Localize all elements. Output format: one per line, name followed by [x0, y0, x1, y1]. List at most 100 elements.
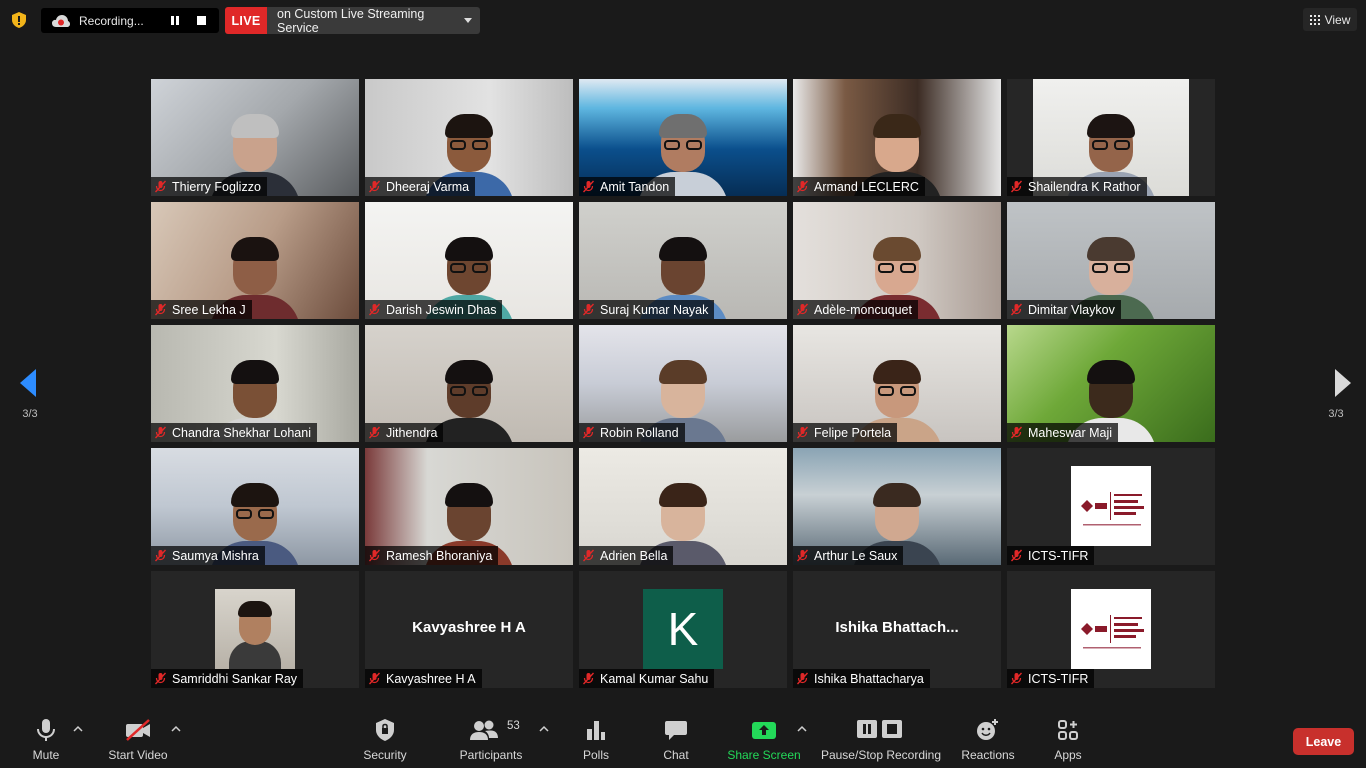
leave-button[interactable]: Leave	[1293, 728, 1354, 755]
participant-name: Amit Tandon	[600, 179, 670, 194]
pause-stop-recording-button[interactable]: Pause/Stop Recording	[820, 718, 942, 766]
participant-tile[interactable]: Jithendra	[365, 325, 573, 442]
participant-display-name: Ishika Bhattach...	[835, 619, 959, 636]
participant-tile[interactable]: Armand LECLERC	[793, 79, 1001, 196]
share-screen-button[interactable]: Share Screen	[727, 718, 801, 766]
muted-mic-icon	[582, 672, 595, 685]
muted-mic-icon	[796, 180, 809, 193]
stop-icon	[196, 16, 206, 25]
participant-tile[interactable]: Saumya Mishra	[151, 448, 359, 565]
participant-tile[interactable]: Felipe Portela	[793, 325, 1001, 442]
pause-recording-button[interactable]	[165, 11, 185, 31]
participant-tile[interactable]: Robin Rolland	[579, 325, 787, 442]
video-options-chevron-up-icon[interactable]	[171, 724, 181, 734]
video-off-icon	[126, 719, 150, 741]
muted-mic-icon	[154, 303, 167, 316]
participant-tile[interactable]: Adrien Bella	[579, 448, 787, 565]
next-page-button[interactable]: 3/3	[1306, 348, 1366, 428]
participants-options-chevron-up-icon[interactable]	[539, 724, 549, 734]
participant-name: Armand LECLERC	[814, 179, 919, 194]
participant-nameplate: Ishika Bhattacharya	[793, 669, 930, 688]
polls-label: Polls	[582, 748, 609, 762]
participant-tile[interactable]: Samriddhi Sankar Ray	[151, 571, 359, 688]
participant-tile[interactable]: Ramesh Bhoraniya	[365, 448, 573, 565]
participant-nameplate: Saumya Mishra	[151, 546, 265, 565]
live-badge: LIVE	[225, 7, 267, 34]
pause-stop-recording-icon	[857, 720, 902, 738]
muted-mic-icon	[368, 303, 381, 316]
participant-tile[interactable]: K Kamal Kumar Sahu	[579, 571, 787, 688]
muted-mic-icon	[368, 426, 381, 439]
participant-tile[interactable]: Dheeraj Varma	[365, 79, 573, 196]
muted-mic-icon	[1010, 303, 1023, 316]
security-button[interactable]: Security	[360, 718, 410, 766]
arrow-right-icon	[1335, 369, 1351, 397]
muted-mic-icon	[368, 180, 381, 193]
participant-name: Kavyashree H A	[386, 671, 476, 686]
reactions-label: Reactions	[961, 748, 1015, 762]
start-video-label: Start Video	[108, 748, 168, 762]
audio-options-chevron-up-icon[interactable]	[73, 724, 83, 734]
participant-tile[interactable]: Arthur Le Saux	[793, 448, 1001, 565]
participant-name: Arthur Le Saux	[814, 548, 898, 563]
participant-tile[interactable]: Ishika Bhattach... Ishika Bhattacharya	[793, 571, 1001, 688]
participant-tile[interactable]: Maheswar Maji	[1007, 325, 1215, 442]
stop-recording-button[interactable]	[191, 11, 211, 31]
participants-button[interactable]: 53 Participants	[457, 718, 525, 766]
muted-mic-icon	[154, 549, 167, 562]
polls-button[interactable]: Polls	[578, 718, 614, 766]
participant-tile[interactable]: Sree Lekha J	[151, 202, 359, 319]
participant-tile[interactable]: ICTS-TIFR	[1007, 448, 1215, 565]
reactions-button[interactable]: Reactions	[960, 718, 1016, 766]
participant-tile[interactable]: Suraj Kumar Nayak	[579, 202, 787, 319]
participant-profile-photo	[215, 589, 295, 669]
participant-tile[interactable]: Shailendra K Rathor	[1007, 79, 1215, 196]
participant-name: Chandra Shekhar Lohani	[172, 425, 311, 440]
participant-name: Ishika Bhattacharya	[814, 671, 924, 686]
view-button[interactable]: View	[1303, 8, 1357, 31]
apps-label: Apps	[1054, 748, 1082, 762]
apps-button[interactable]: Apps	[1050, 718, 1086, 766]
share-options-chevron-up-icon[interactable]	[797, 724, 807, 734]
participant-tile[interactable]: Kavyashree H A Kavyashree H A	[365, 571, 573, 688]
participant-nameplate: Amit Tandon	[579, 177, 676, 196]
muted-mic-icon	[154, 672, 167, 685]
mute-button[interactable]: Mute	[28, 718, 64, 766]
chevron-down-icon	[464, 18, 472, 23]
muted-mic-icon	[796, 303, 809, 316]
participant-nameplate: Arthur Le Saux	[793, 546, 904, 565]
previous-page-button[interactable]: 3/3	[0, 348, 60, 428]
participant-tile[interactable]: Dimitar Vlaykov	[1007, 202, 1215, 319]
icts-logo	[1071, 589, 1151, 669]
share-screen-label: Share Screen	[727, 748, 801, 762]
participant-tile[interactable]: Darish Jeswin Dhas	[365, 202, 573, 319]
participant-name: Adèle-moncuquet	[814, 302, 912, 317]
participant-name: Ramesh Bhoraniya	[386, 548, 493, 563]
muted-mic-icon	[582, 180, 595, 193]
page-indicator-right: 3/3	[1328, 408, 1344, 420]
participant-tile[interactable]: Chandra Shekhar Lohani	[151, 325, 359, 442]
participant-nameplate: Felipe Portela	[793, 423, 898, 442]
polls-icon	[587, 721, 605, 740]
participant-name: ICTS-TIFR	[1028, 548, 1089, 563]
muted-mic-icon	[582, 549, 595, 562]
participant-nameplate: Dheeraj Varma	[365, 177, 476, 196]
participant-name: Samriddhi Sankar Ray	[172, 671, 298, 686]
participant-nameplate: Maheswar Maji	[1007, 423, 1119, 442]
gallery-grid: Thierry Foglizzo Dheeraj Varma Amit Tandon…	[151, 79, 1215, 688]
live-streaming-dropdown[interactable]: LIVE on Custom Live Streaming Service	[225, 7, 480, 34]
muted-mic-icon	[582, 303, 595, 316]
participant-tile[interactable]: Amit Tandon	[579, 79, 787, 196]
participant-name: Dimitar Vlaykov	[1028, 302, 1115, 317]
chat-button[interactable]: Chat	[658, 718, 694, 766]
muted-mic-icon	[1010, 549, 1023, 562]
security-shield-icon[interactable]	[10, 11, 28, 29]
participant-tile[interactable]: ICTS-TIFR	[1007, 571, 1215, 688]
zoom-meeting-window: Recording... LIVE on Custom Live Streami…	[0, 0, 1366, 768]
recording-label: Recording...	[79, 13, 144, 28]
start-video-button[interactable]: Start Video	[106, 718, 170, 766]
participant-tile[interactable]: Adèle-moncuquet	[793, 202, 1001, 319]
participants-icon	[470, 720, 498, 740]
participant-nameplate: Kamal Kumar Sahu	[579, 669, 715, 688]
participant-tile[interactable]: Thierry Foglizzo	[151, 79, 359, 196]
